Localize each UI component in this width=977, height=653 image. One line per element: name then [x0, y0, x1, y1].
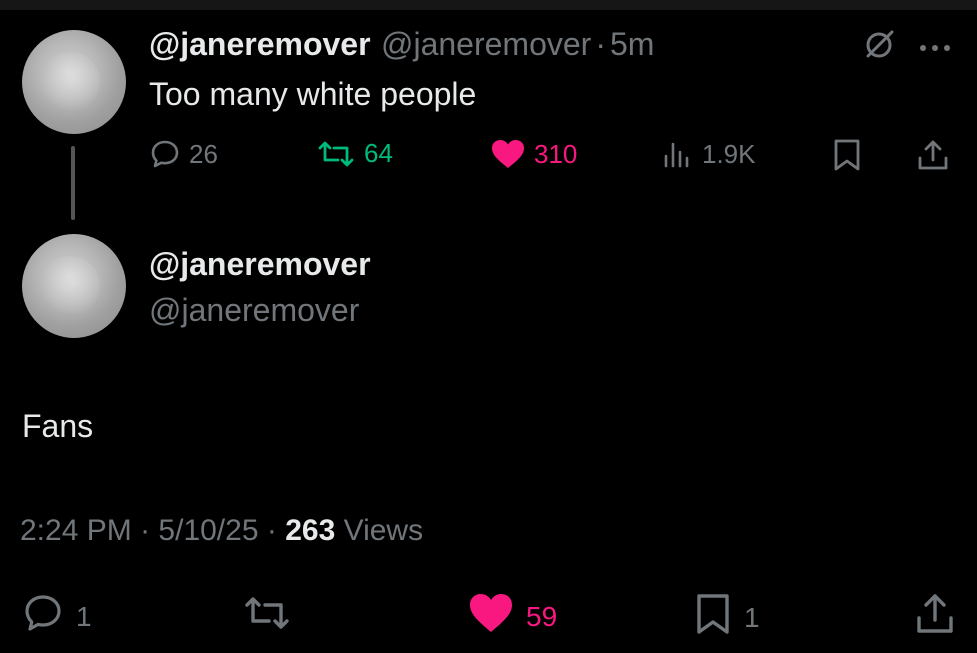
repost-arrows-icon [316, 139, 356, 169]
bookmark-count: 1 [744, 601, 760, 633]
handle[interactable]: @janeremover [149, 292, 359, 329]
like-count: 310 [534, 138, 578, 169]
repost-arrows-icon [242, 594, 292, 639]
share-upload-icon [914, 592, 956, 643]
views-count: 263 [285, 514, 336, 547]
tweet-text: Too many white people [149, 76, 477, 112]
tweet-date[interactable]: 5/10/25 [158, 514, 258, 547]
speech-bubble-icon [149, 138, 181, 170]
like-button[interactable]: 310 [490, 138, 577, 170]
heart-icon [490, 138, 526, 170]
like-button[interactable]: 59 [468, 592, 557, 641]
separator: · [140, 514, 151, 547]
repost-button[interactable] [242, 594, 292, 639]
thread-line [71, 146, 75, 220]
display-name[interactable]: @janeremover [149, 246, 371, 283]
more-dots-icon[interactable] [918, 40, 952, 58]
views-button[interactable]: 1.9K [662, 138, 756, 170]
bar-chart-icon [662, 138, 694, 170]
reply-button[interactable]: 26 [149, 138, 218, 170]
repost-count: 64 [364, 138, 393, 168]
reply-button[interactable]: 1 [22, 592, 92, 641]
speech-bubble-icon [22, 592, 64, 641]
repost-button[interactable]: 64 [316, 138, 393, 169]
share-button[interactable] [914, 592, 956, 643]
separator: · [595, 26, 606, 62]
separator: · [266, 514, 277, 547]
display-name[interactable]: @janeremover [149, 26, 371, 62]
reply-count: 1 [76, 600, 92, 632]
bookmark-button[interactable] [832, 138, 862, 172]
heart-icon [468, 592, 514, 641]
grok-icon[interactable] [862, 28, 896, 67]
share-button[interactable] [916, 138, 950, 172]
like-count: 59 [526, 600, 558, 632]
avatar[interactable] [22, 234, 126, 338]
views-count: 1.9K [702, 138, 756, 169]
views-label: Views [343, 514, 424, 547]
bookmark-button[interactable]: 1 [694, 592, 760, 643]
top-edge [0, 0, 977, 10]
reply-count: 26 [189, 138, 218, 169]
handle[interactable]: @janeremover [381, 26, 591, 62]
bookmark-icon [694, 592, 732, 643]
timestamp[interactable]: 5m [610, 26, 654, 62]
avatar[interactable] [22, 30, 126, 134]
share-upload-icon [916, 138, 950, 172]
tweet-header: @janeremover @janeremover · 5m [149, 26, 654, 63]
tweet-time[interactable]: 2:24 PM [20, 514, 132, 547]
tweet-text: Fans [22, 408, 94, 444]
bookmark-icon [832, 138, 862, 172]
tweet-meta: 2:24 PM · 5/10/25 · 263 Views [20, 514, 423, 548]
